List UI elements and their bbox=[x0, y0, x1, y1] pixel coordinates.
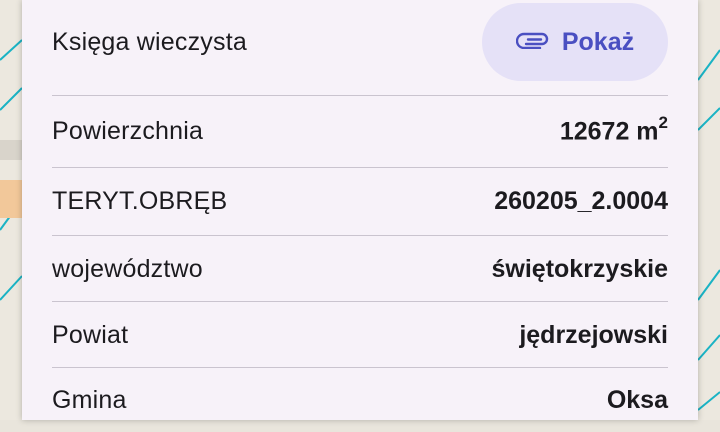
county-label: Powiat bbox=[52, 320, 129, 349]
county-value: jędrzejowski bbox=[519, 320, 668, 349]
area-label: Powierzchnia bbox=[52, 116, 204, 145]
area-value: 12672 m2 bbox=[559, 113, 668, 146]
detail-row-commune: Gmina Oksa bbox=[52, 368, 668, 432]
paperclip-icon bbox=[515, 31, 550, 54]
detail-row-county: Powiat jędrzejowski bbox=[52, 302, 668, 368]
area-row: Powierzchnia 12672 m2 bbox=[52, 96, 668, 166]
voivodeship-value: świętokrzyskie bbox=[491, 254, 669, 283]
commune-value: Oksa bbox=[606, 385, 668, 414]
land-register-label: Księga wieczysta bbox=[52, 27, 247, 56]
parcel-info-panel: Księga wieczysta Pokaż Powierzchnia 1267… bbox=[22, 0, 698, 420]
teryt-value: 260205_2.0004 bbox=[494, 187, 668, 215]
detail-row-teryt: TERYT.OBRĘB 260205_2.0004 bbox=[52, 168, 668, 235]
show-land-register-button[interactable]: Pokaż bbox=[482, 3, 668, 81]
land-register-row: Księga wieczysta Pokaż bbox=[52, 3, 668, 81]
commune-label: Gmina bbox=[52, 385, 127, 414]
teryt-label: TERYT.OBRĘB bbox=[52, 187, 228, 215]
detail-row-voivodeship: województwo świętokrzyskie bbox=[52, 236, 668, 302]
voivodeship-label: województwo bbox=[52, 254, 203, 283]
show-button-label: Pokaż bbox=[561, 27, 635, 56]
